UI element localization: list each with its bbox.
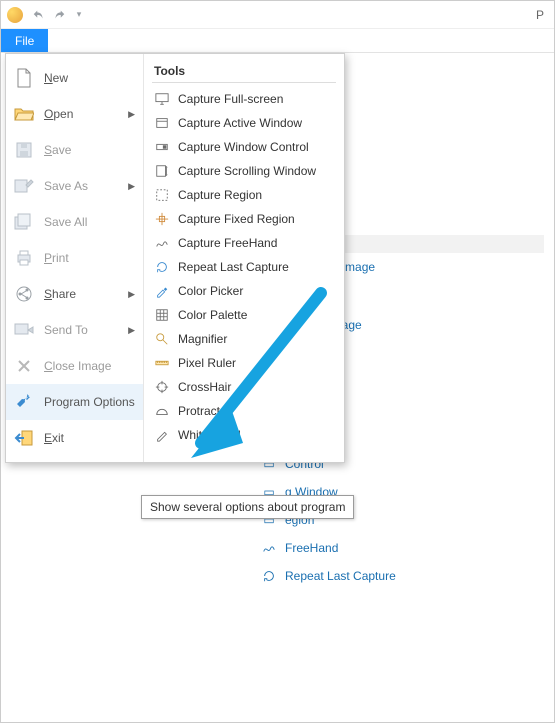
new-file-icon <box>14 68 34 88</box>
region-icon <box>154 187 170 203</box>
tool-whiteboard[interactable]: WhiteBoard <box>152 423 336 447</box>
tool-capture-active-window[interactable]: Capture Active Window <box>152 111 336 135</box>
menu-program-options-label: Program Options <box>44 395 135 409</box>
menu-save-as[interactable]: Save As ▶ <box>6 168 143 204</box>
menu-save-as-label: Save As <box>44 179 118 193</box>
ruler-icon <box>154 355 170 371</box>
chevron-right-icon: ▶ <box>128 325 135 336</box>
repeat-icon <box>154 259 170 275</box>
tooltip: Show several options about program <box>141 495 354 519</box>
file-tab-label: File <box>15 34 34 48</box>
save-as-icon <box>14 176 34 196</box>
freehand-icon <box>154 235 170 251</box>
menu-save-all-label: Save All <box>44 215 135 229</box>
bg-item-6[interactable]: Repeat Last Capture <box>261 562 541 590</box>
wrench-icon <box>14 392 34 412</box>
menu-save[interactable]: Save <box>6 132 143 168</box>
tool-protractor[interactable]: Protractor <box>152 399 336 423</box>
file-menu-right: Tools Capture Full-screen Capture Active… <box>144 54 344 462</box>
tool-capture-fixed-region[interactable]: Capture Fixed Region <box>152 207 336 231</box>
tool-magnifier[interactable]: Magnifier <box>152 327 336 351</box>
file-menu-left: New Open ▶ Save Save As ▶ Save All <box>6 54 144 462</box>
tool-pixel-ruler[interactable]: Pixel Ruler <box>152 351 336 375</box>
save-all-icon <box>14 212 34 232</box>
print-icon <box>14 248 34 268</box>
menu-share-label: Share <box>44 287 118 301</box>
menu-exit-label: Exit <box>44 431 135 445</box>
repeat-icon <box>261 568 277 584</box>
window-icon <box>154 115 170 131</box>
monitor-icon <box>154 91 170 107</box>
menu-open[interactable]: Open ▶ <box>6 96 143 132</box>
menu-send-to-label: Send To <box>44 323 118 337</box>
ribbon-tabs: File <box>1 29 554 53</box>
palette-icon <box>154 307 170 323</box>
share-icon <box>14 284 34 304</box>
tool-color-picker[interactable]: Color Picker <box>152 279 336 303</box>
crosshair-icon <box>154 379 170 395</box>
freehand-icon <box>261 540 277 556</box>
menu-open-label: Open <box>44 107 118 121</box>
qat-dropdown-icon[interactable]: ▾ <box>71 7 87 23</box>
protractor-icon <box>154 403 170 419</box>
pen-icon <box>154 427 170 443</box>
tool-repeat-last-capture[interactable]: Repeat Last Capture <box>152 255 336 279</box>
chevron-right-icon: ▶ <box>128 289 135 300</box>
save-icon <box>14 140 34 160</box>
send-to-icon <box>14 320 34 340</box>
menu-save-all[interactable]: Save All <box>6 204 143 240</box>
tool-capture-window-control[interactable]: Capture Window Control <box>152 135 336 159</box>
undo-icon[interactable] <box>31 7 47 23</box>
menu-new[interactable]: New <box>6 60 143 96</box>
menu-exit[interactable]: Exit <box>6 420 143 456</box>
tool-capture-freehand[interactable]: Capture FreeHand <box>152 231 336 255</box>
close-icon <box>14 356 34 376</box>
tools-heading: Tools <box>152 62 336 83</box>
menu-close-image-label: Close Image <box>44 359 135 373</box>
title-text: P <box>536 8 548 22</box>
menu-save-label: Save <box>44 143 135 157</box>
menu-program-options[interactable]: Program Options <box>6 384 143 420</box>
bg-item-5[interactable]: FreeHand <box>261 534 541 562</box>
tool-crosshair[interactable]: CrossHair <box>152 375 336 399</box>
menu-print-label: Print <box>44 251 135 265</box>
chevron-right-icon: ▶ <box>128 181 135 192</box>
tool-capture-scrolling-window[interactable]: Capture Scrolling Window <box>152 159 336 183</box>
redo-icon[interactable] <box>51 7 67 23</box>
menu-share[interactable]: Share ▶ <box>6 276 143 312</box>
main-area: new blank image existing image Capture ▭… <box>1 53 554 722</box>
file-tab[interactable]: File <box>1 29 48 52</box>
eyedropper-icon <box>154 283 170 299</box>
menu-print[interactable]: Print <box>6 240 143 276</box>
exit-icon <box>14 428 34 448</box>
scroll-window-icon <box>154 163 170 179</box>
app-icon <box>7 7 23 23</box>
fixed-region-icon <box>154 211 170 227</box>
menu-new-label: New <box>44 71 135 85</box>
chevron-right-icon: ▶ <box>128 109 135 120</box>
menu-send-to[interactable]: Send To ▶ <box>6 312 143 348</box>
control-icon <box>154 139 170 155</box>
menu-close-image[interactable]: Close Image <box>6 348 143 384</box>
title-bar: ▾ P <box>1 1 554 29</box>
tool-capture-region[interactable]: Capture Region <box>152 183 336 207</box>
magnifier-icon <box>154 331 170 347</box>
open-folder-icon <box>14 104 34 124</box>
file-menu-panel: New Open ▶ Save Save As ▶ Save All <box>5 53 345 463</box>
tool-capture-fullscreen[interactable]: Capture Full-screen <box>152 87 336 111</box>
tool-color-palette[interactable]: Color Palette <box>152 303 336 327</box>
